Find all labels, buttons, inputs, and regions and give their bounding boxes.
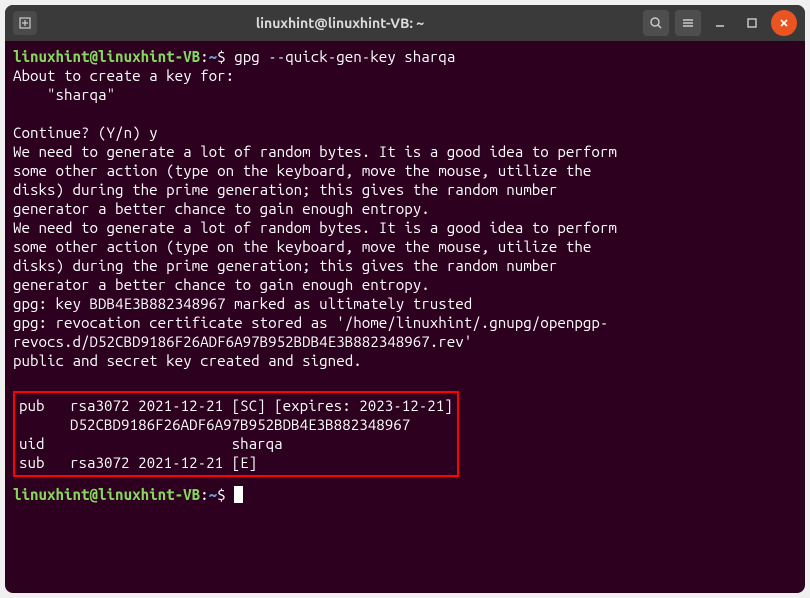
cursor bbox=[234, 486, 243, 503]
prompt-user: linuxhint@linuxhint-VB bbox=[13, 48, 200, 65]
key-uid: uid sharqa bbox=[19, 435, 283, 452]
prompt-symbol: $ bbox=[217, 48, 226, 65]
plus-icon bbox=[18, 16, 32, 30]
prompt-user-2: linuxhint@linuxhint-VB bbox=[13, 486, 200, 503]
output-continue: Continue? (Y/n) y bbox=[13, 124, 158, 141]
maximize-icon bbox=[746, 17, 758, 29]
prompt-colon: : bbox=[200, 48, 209, 65]
search-icon bbox=[649, 16, 663, 30]
key-pub: pub rsa3072 2021-12-21 [SC] [expires: 20… bbox=[19, 397, 453, 414]
maximize-button[interactable] bbox=[739, 10, 765, 36]
close-button[interactable] bbox=[771, 10, 797, 36]
minimize-button[interactable] bbox=[707, 10, 733, 36]
window-title: linuxhint@linuxhint-VB: ~ bbox=[45, 15, 635, 31]
output-created: public and secret key created and signed… bbox=[13, 352, 362, 369]
search-button[interactable] bbox=[643, 10, 669, 36]
prompt-path: ~ bbox=[209, 48, 218, 65]
command-text: gpg --quick-gen-key sharqa bbox=[234, 48, 455, 65]
output-revoc: gpg: revocation certificate stored as '/… bbox=[13, 314, 608, 350]
menu-button[interactable] bbox=[675, 10, 701, 36]
output-random2: We need to generate a lot of random byte… bbox=[13, 219, 617, 293]
hamburger-icon bbox=[681, 16, 695, 30]
output-keyname: "sharqa" bbox=[13, 86, 115, 103]
output-trusted: gpg: key BDB4E3B882348967 marked as ulti… bbox=[13, 295, 472, 312]
titlebar-controls bbox=[643, 10, 797, 36]
terminal-window: linuxhint@linuxhint-VB: ~ bbox=[5, 5, 805, 593]
output-random1: We need to generate a lot of random byte… bbox=[13, 143, 617, 217]
output-about: About to create a key for: bbox=[13, 67, 234, 84]
close-icon bbox=[778, 17, 790, 29]
key-sub: sub rsa3072 2021-12-21 [E] bbox=[19, 454, 257, 471]
key-fingerprint: D52CBD9186F26ADF6A97B952BDB4E3B882348967 bbox=[19, 416, 410, 433]
terminal-body[interactable]: linuxhint@linuxhint-VB:~$ gpg --quick-ge… bbox=[5, 41, 805, 593]
titlebar[interactable]: linuxhint@linuxhint-VB: ~ bbox=[5, 5, 805, 41]
key-info-highlight: pub rsa3072 2021-12-21 [SC] [expires: 20… bbox=[13, 391, 459, 477]
prompt-path-2: ~ bbox=[209, 486, 218, 503]
new-tab-button[interactable] bbox=[13, 11, 37, 35]
minimize-icon bbox=[714, 17, 726, 29]
